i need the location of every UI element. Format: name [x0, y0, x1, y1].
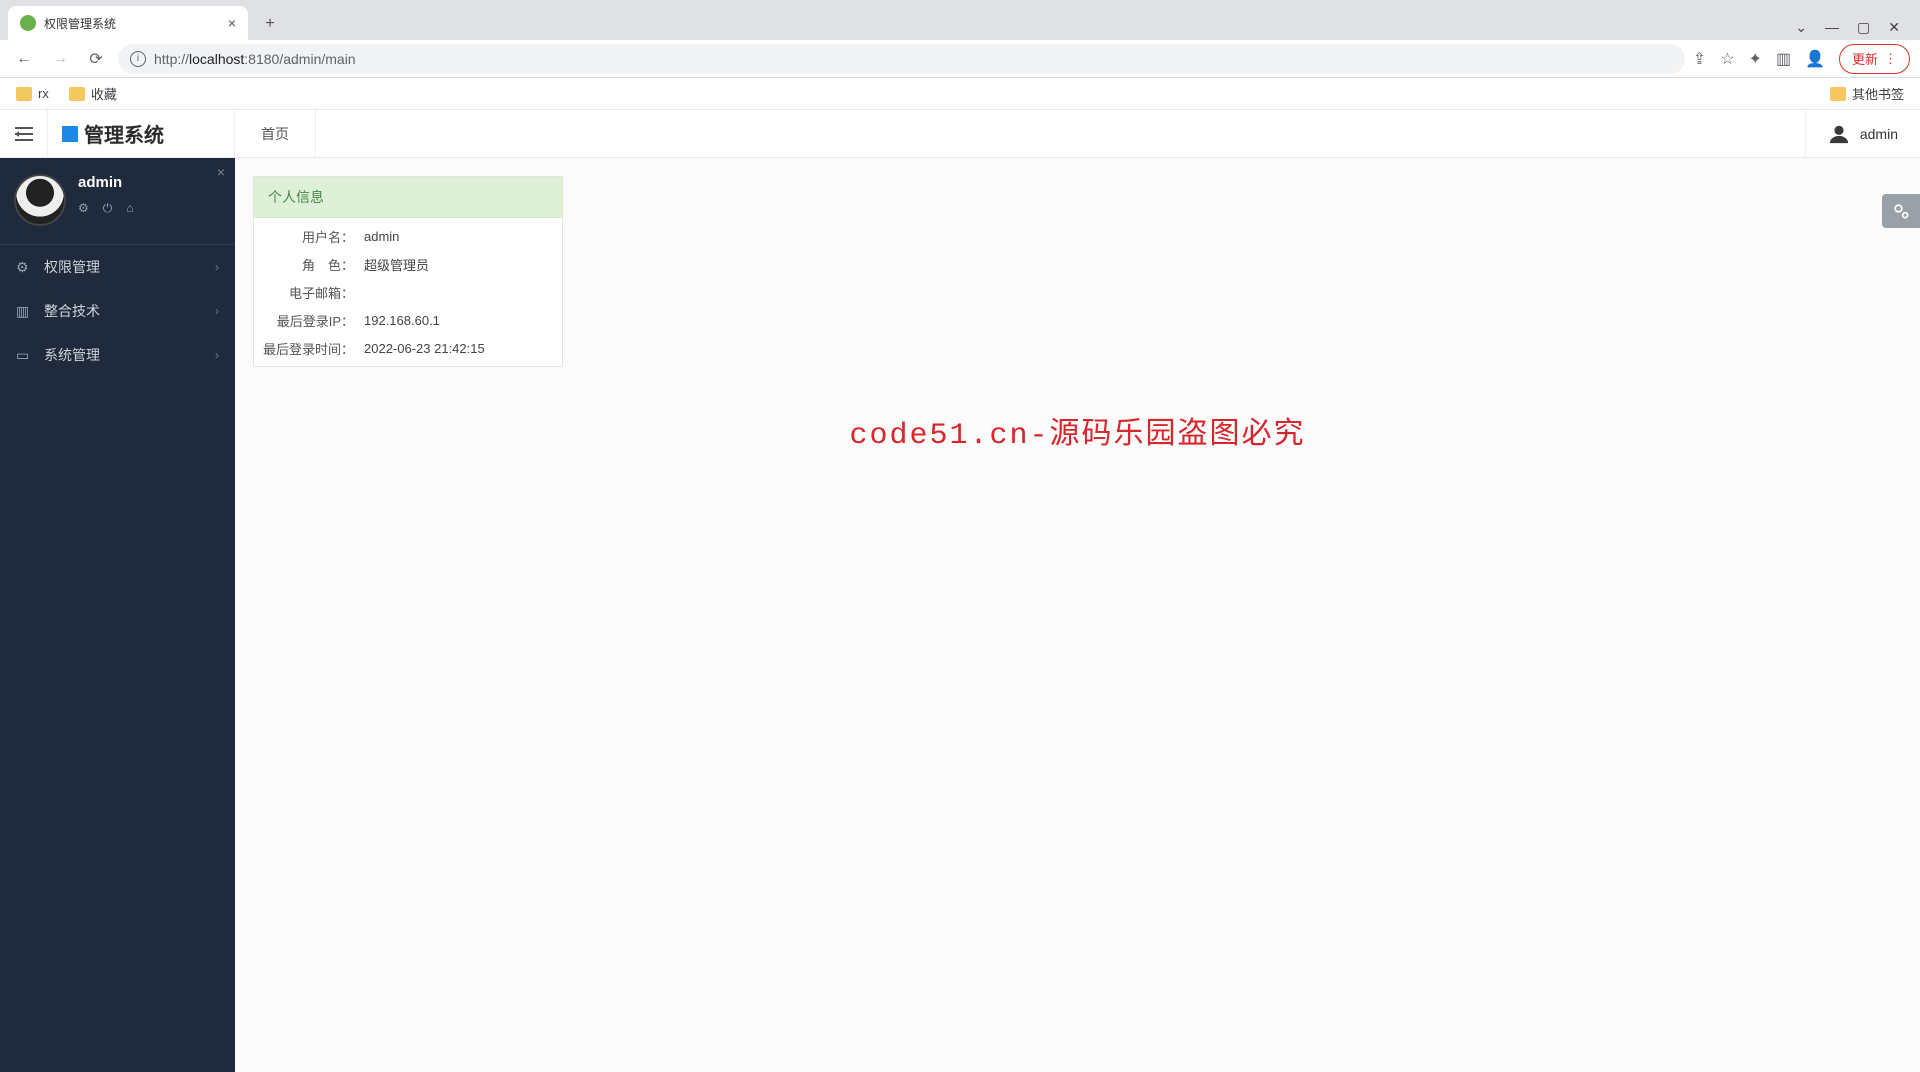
sidebar-user-name: admin	[78, 174, 134, 191]
bookmark-rx[interactable]: rx	[16, 86, 49, 101]
tab-favicon-icon	[20, 15, 36, 31]
url-bar[interactable]: i http://localhost:8180/admin/main	[118, 44, 1685, 74]
browser-tab-strip: 权限管理系统 × + ⌄ — ▢ ✕	[0, 0, 1920, 40]
panel-title: 个人信息	[254, 177, 562, 218]
content-area: 个人信息 用户名：admin 角 色：超级管理员 电子邮箱： 最后登录IP：19…	[235, 158, 1920, 1072]
folder-icon	[16, 87, 32, 101]
avatar	[14, 174, 66, 226]
new-tab-button[interactable]: +	[256, 10, 284, 38]
app-topbar: 管理系统 首页 admin	[0, 110, 1920, 158]
update-label: 更新	[1852, 49, 1878, 68]
minimize-icon[interactable]: —	[1825, 19, 1839, 36]
home-icon[interactable]: ⌂	[126, 201, 133, 216]
power-icon[interactable]: ⏻	[103, 201, 113, 216]
app-body: × admin ⚙ ⏻ ⌂ ⚙ 权限管理 › ▥ 整合技术 › ▭ 系统管理	[0, 158, 1920, 1072]
sidebar-item-label: 权限管理	[44, 257, 100, 277]
brand-text: 管理系统	[84, 119, 164, 148]
sidebar-item-label: 系统管理	[44, 345, 100, 365]
close-icon[interactable]: ✕	[1888, 19, 1900, 36]
user-icon	[1828, 123, 1850, 145]
kebab-icon: ⋮	[1884, 51, 1897, 67]
other-bookmarks[interactable]: 其他书签	[1830, 84, 1904, 103]
brand-mark-icon	[62, 126, 78, 142]
share-icon[interactable]: ⇪	[1693, 49, 1706, 69]
folder-icon	[1830, 87, 1846, 101]
theme-settings-button[interactable]	[1882, 194, 1920, 228]
chevron-right-icon: ›	[215, 260, 219, 274]
back-button[interactable]: ←	[10, 45, 38, 73]
row-time: 最后登录时间：2022-06-23 21:42:15	[254, 334, 562, 362]
sidebar-item-integration[interactable]: ▥ 整合技术 ›	[0, 289, 235, 333]
top-user-name: admin	[1860, 126, 1898, 142]
sidebar-item-system[interactable]: ▭ 系统管理 ›	[0, 333, 235, 377]
browser-tab[interactable]: 权限管理系统 ×	[8, 6, 248, 40]
row-role: 角 色：超级管理员	[254, 250, 562, 278]
gear-icon[interactable]: ⚙	[78, 201, 89, 216]
window-controls: ⌄ — ▢ ✕	[1783, 19, 1912, 40]
sidebar-close-icon[interactable]: ×	[217, 164, 225, 180]
profile-panel: 个人信息 用户名：admin 角 色：超级管理员 电子邮箱： 最后登录IP：19…	[253, 176, 563, 367]
browser-nav-bar: ← → ⟳ i http://localhost:8180/admin/main…	[0, 40, 1920, 78]
side-panel-icon[interactable]: ▥	[1776, 49, 1791, 69]
sidebar: × admin ⚙ ⏻ ⌂ ⚙ 权限管理 › ▥ 整合技术 › ▭ 系统管理	[0, 158, 235, 1072]
url-text: http://localhost:8180/admin/main	[154, 51, 356, 67]
row-ip: 最后登录IP：192.168.60.1	[254, 306, 562, 334]
sidebar-user-block: × admin ⚙ ⏻ ⌂	[0, 158, 235, 238]
sidebar-item-permission[interactable]: ⚙ 权限管理 ›	[0, 245, 235, 289]
chevron-down-icon[interactable]: ⌄	[1795, 19, 1807, 36]
update-button[interactable]: 更新 ⋮	[1839, 44, 1910, 74]
chevron-right-icon: ›	[215, 304, 219, 318]
barcode-icon: ▥	[16, 303, 32, 320]
site-info-icon[interactable]: i	[130, 51, 146, 67]
row-email: 电子邮箱：	[254, 278, 562, 306]
folder-icon	[69, 87, 85, 101]
brand: 管理系统	[48, 110, 235, 157]
card-icon: ▭	[16, 347, 32, 364]
cogs-icon: ⚙	[16, 259, 32, 276]
sidebar-toggle[interactable]	[0, 110, 48, 157]
sidebar-item-label: 整合技术	[44, 301, 100, 321]
forward-button[interactable]: →	[46, 45, 74, 73]
top-user[interactable]: admin	[1805, 110, 1920, 157]
reload-button[interactable]: ⟳	[82, 45, 110, 73]
breadcrumb[interactable]: 首页	[235, 110, 316, 157]
maximize-icon[interactable]: ▢	[1857, 19, 1870, 36]
gears-icon	[1891, 201, 1911, 221]
row-username: 用户名：admin	[254, 222, 562, 250]
bookmark-star-icon[interactable]: ☆	[1720, 49, 1734, 69]
extensions-icon[interactable]: ✦	[1749, 49, 1762, 69]
tab-close-icon[interactable]: ×	[228, 15, 236, 31]
profile-icon[interactable]: 👤	[1805, 49, 1825, 69]
chevron-right-icon: ›	[215, 348, 219, 362]
sidebar-menu: ⚙ 权限管理 › ▥ 整合技术 › ▭ 系统管理 ›	[0, 244, 235, 377]
tab-title: 权限管理系统	[44, 15, 116, 32]
bookmarks-bar: rx 收藏 其他书签	[0, 78, 1920, 110]
bookmark-fav[interactable]: 收藏	[69, 84, 117, 103]
watermark-text: code51.cn-源码乐园盗图必究	[849, 408, 1305, 453]
panel-body: 用户名：admin 角 色：超级管理员 电子邮箱： 最后登录IP：192.168…	[254, 218, 562, 366]
